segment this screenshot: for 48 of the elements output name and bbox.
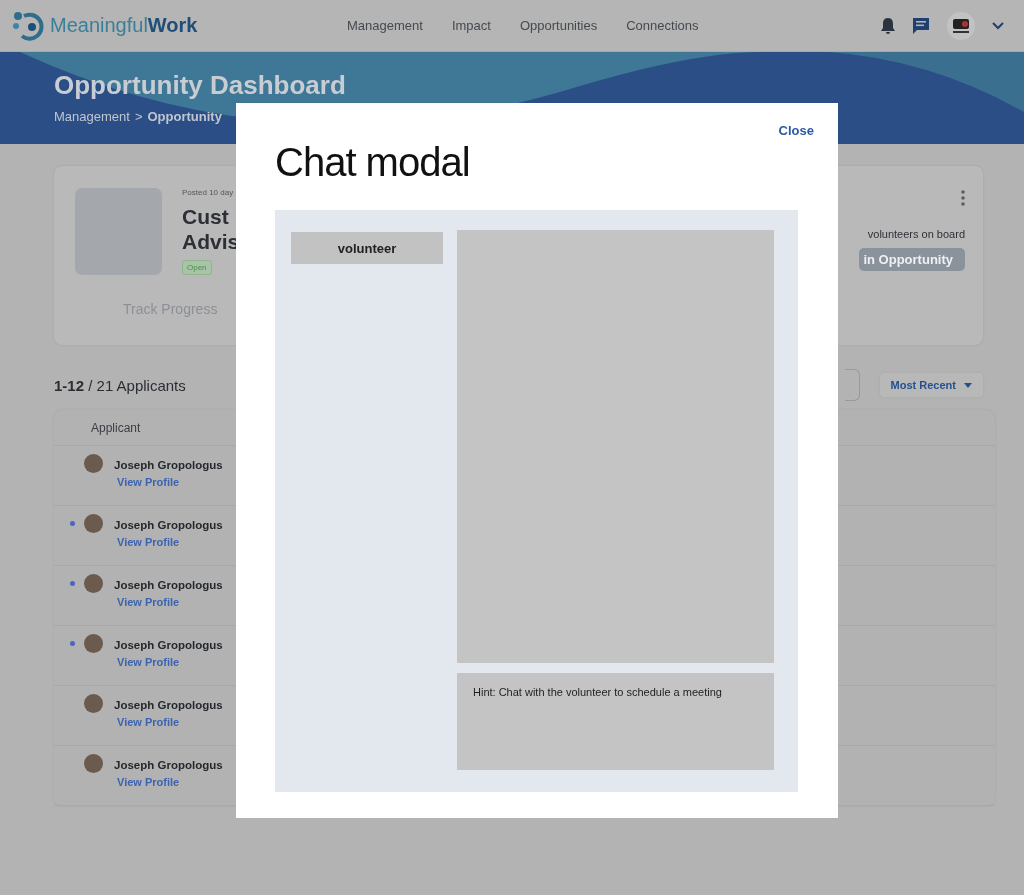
caret-icon: [964, 382, 972, 388]
anniversary-logo-icon[interactable]: [946, 10, 976, 41]
sort-dropdown[interactable]: Most Recent: [879, 373, 983, 397]
applicant-name: Joseph Gropologus: [114, 639, 223, 651]
modal-title: Chat modal: [275, 140, 471, 185]
caret-icon[interactable]: [992, 21, 1004, 30]
contact-item[interactable]: volunteer: [291, 232, 443, 264]
brand-name[interactable]: MeaningfulWork: [50, 14, 198, 37]
more-options-icon[interactable]: [961, 190, 965, 206]
applicant-name: Joseph Gropologus: [114, 759, 223, 771]
opportunity-button[interactable]: in Opportunity: [859, 248, 965, 271]
view-profile-link[interactable]: View Profile: [117, 536, 223, 548]
opportunity-title: Cust: [182, 204, 229, 229]
chat-icon[interactable]: [912, 16, 930, 35]
applicant-name: Joseph Gropologus: [114, 699, 223, 711]
avatar: [84, 754, 103, 773]
applicant-count: 1-12 / 21 Applicants: [54, 376, 186, 394]
view-profile-link[interactable]: View Profile: [117, 596, 223, 608]
avatar: [84, 514, 103, 533]
logo-icon: [12, 9, 46, 42]
status-badge: Open: [182, 260, 212, 275]
search-field[interactable]: [844, 369, 860, 401]
avatar: [84, 574, 103, 593]
volunteer-count: volunteers on board: [867, 228, 965, 240]
posted-date: Posted 10 day: [182, 188, 234, 197]
avatar: [84, 634, 103, 653]
avatar: [84, 694, 103, 713]
applicant-name: Joseph Gropologus: [114, 579, 223, 591]
column-header: Applicant: [91, 420, 141, 435]
opportunity-title: Advis: [182, 229, 240, 254]
view-profile-link[interactable]: View Profile: [117, 776, 223, 788]
hint-text: Hint: Chat with the volunteer to schedule a meeting: [473, 686, 722, 698]
page-title: Opportunity Dashboard: [54, 70, 347, 101]
applicant-name: Joseph Gropologus: [114, 519, 223, 531]
applicant-name: Joseph Gropologus: [114, 459, 223, 471]
nav-link[interactable]: Impact: [451, 18, 491, 33]
view-profile-link[interactable]: View Profile: [117, 716, 223, 728]
breadcrumb-link[interactable]: Management: [54, 109, 130, 124]
close-link[interactable]: Close: [778, 123, 814, 138]
view-profile-link[interactable]: View Profile: [117, 656, 223, 668]
bell-icon[interactable]: [880, 16, 896, 35]
nav-link[interactable]: Connections: [626, 18, 699, 33]
nav-link[interactable]: Opportunities: [519, 18, 598, 33]
avatar: [84, 454, 103, 473]
breadcrumb-separator: >: [134, 109, 143, 124]
view-profile-link[interactable]: View Profile: [117, 476, 223, 488]
breadcrumb-current: Opportunity: [147, 109, 222, 124]
nav-link[interactable]: Management: [347, 18, 423, 33]
